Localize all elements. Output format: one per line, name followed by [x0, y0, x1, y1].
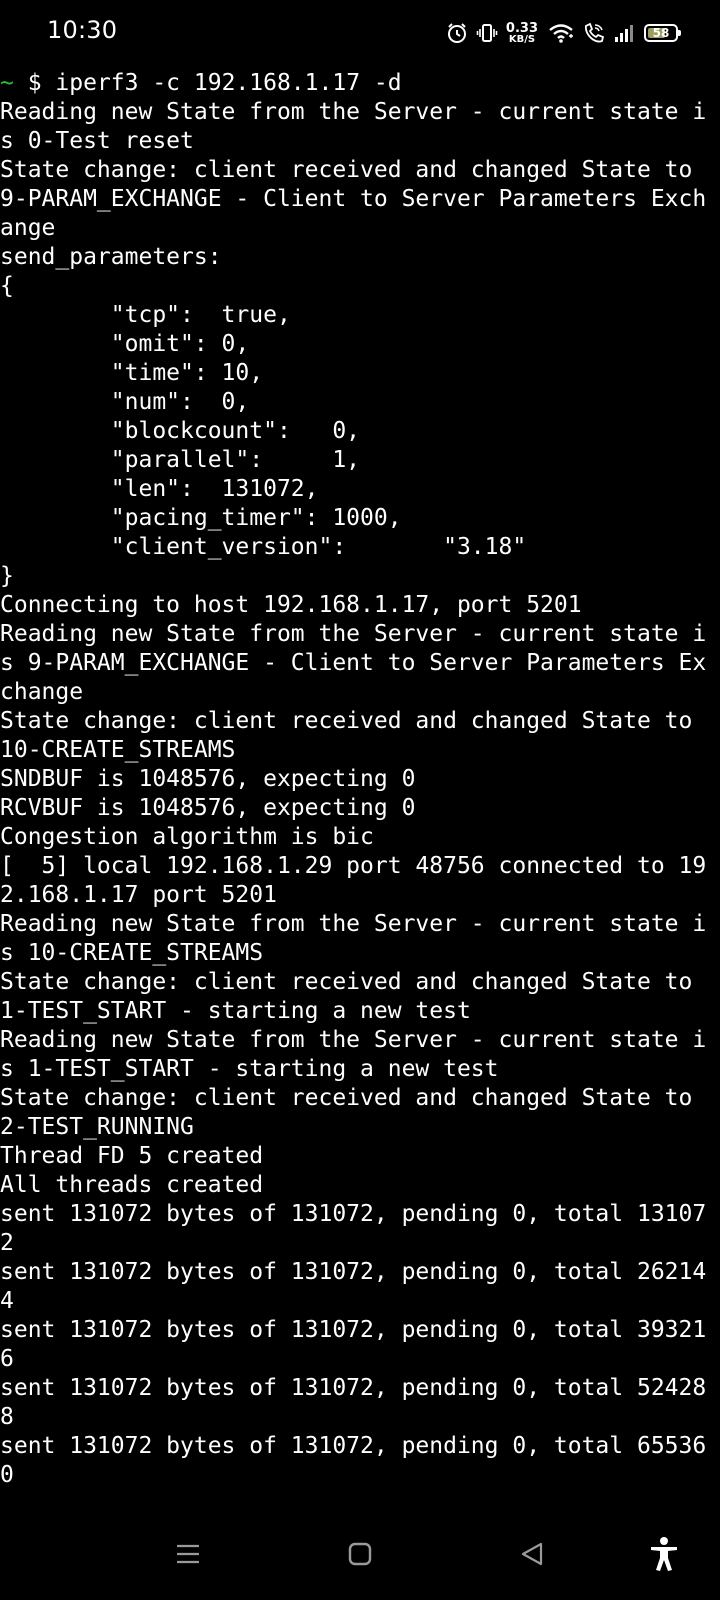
output-line: Reading new State from the Server - curr…: [0, 621, 707, 647]
output-line: s 9-PARAM_EXCHANGE - Client to Server Pa…: [0, 650, 707, 676]
output-line: 4: [0, 1288, 14, 1314]
output-line: [ 5] local 192.168.1.29 port 48756 conne…: [0, 853, 707, 879]
signal-icon: [614, 22, 636, 44]
output-line: send_parameters:: [0, 244, 222, 270]
prompt-tilde: ~: [0, 70, 14, 96]
output-line: Reading new State from the Server - curr…: [0, 99, 707, 125]
battery-level: 58: [652, 26, 670, 40]
net-speed: 0.33 KB/S: [506, 22, 538, 45]
output-line: "time": 10,: [0, 360, 264, 386]
output-line: RCVBUF is 1048576, expecting 0: [0, 795, 416, 821]
output-line: "parallel": 1,: [0, 447, 361, 473]
output-line: "num": 0,: [0, 389, 250, 415]
net-speed-unit: KB/S: [508, 33, 536, 45]
output-line: }: [0, 563, 14, 589]
command-text: $ iperf3 -c 192.168.1.17 -d: [13, 70, 402, 96]
back-button[interactable]: [508, 1530, 556, 1578]
output-line: ange: [0, 215, 56, 241]
output-line: 2.168.1.17 port 5201: [0, 882, 277, 908]
net-speed-value: 0.33: [505, 20, 538, 36]
vibrate-icon: [476, 22, 498, 44]
output-line: s 0-Test reset: [0, 128, 194, 154]
output-line: 9-PARAM_EXCHANGE - Client to Server Para…: [0, 186, 707, 212]
terminal-output[interactable]: ~ $ iperf3 -c 192.168.1.17 -d Reading ne…: [0, 69, 720, 1490]
status-bar: 10:30 0.33 KB/S 58: [0, 0, 720, 66]
output-line: sent 131072 bytes of 131072, pending 0, …: [0, 1375, 707, 1401]
output-line: 0: [0, 1462, 14, 1488]
output-line: "len": 131072,: [0, 476, 319, 502]
output-line: Reading new State from the Server - curr…: [0, 1027, 707, 1053]
output-line: sent 131072 bytes of 131072, pending 0, …: [0, 1433, 707, 1459]
output-line: All threads created: [0, 1172, 264, 1198]
output-line: State change: client received and change…: [0, 157, 693, 183]
status-time: 10:30: [47, 16, 118, 44]
output-line: SNDBUF is 1048576, expecting 0: [0, 766, 416, 792]
home-button[interactable]: [336, 1530, 384, 1578]
accessibility-button[interactable]: [640, 1530, 688, 1578]
output-line: 2-TEST_RUNNING: [0, 1114, 194, 1140]
battery-icon: 58: [644, 24, 681, 42]
home-icon: [347, 1541, 373, 1567]
output-line: 10-CREATE_STREAMS: [0, 737, 236, 763]
back-icon: [519, 1541, 545, 1567]
output-line: Congestion algorithm is bic: [0, 824, 374, 850]
output-line: 1-TEST_START - starting a new test: [0, 998, 471, 1024]
output-line: State change: client received and change…: [0, 969, 693, 995]
output-line: Reading new State from the Server - curr…: [0, 911, 707, 937]
output-line: State change: client received and change…: [0, 708, 693, 734]
nav-bar: [0, 1500, 720, 1600]
output-line: "client_version": "3.18": [0, 534, 527, 560]
command-line: ~ $ iperf3 -c 192.168.1.17 -d: [0, 69, 720, 98]
alarm-icon: [446, 22, 468, 44]
recents-button[interactable]: [164, 1530, 212, 1578]
output-line: change: [0, 679, 84, 705]
output-line: "omit": 0,: [0, 331, 250, 357]
output-line: s 1-TEST_START - starting a new test: [0, 1056, 499, 1082]
output-line: Connecting to host 192.168.1.17, port 52…: [0, 592, 582, 618]
output-line: sent 131072 bytes of 131072, pending 0, …: [0, 1201, 707, 1227]
output-line: 6: [0, 1346, 14, 1372]
output-line: sent 131072 bytes of 131072, pending 0, …: [0, 1317, 707, 1343]
output-line: "tcp": true,: [0, 302, 291, 328]
output-line: s 10-CREATE_STREAMS: [0, 940, 264, 966]
output-line: 8: [0, 1404, 14, 1430]
output-line: 2: [0, 1230, 14, 1256]
output-line: State change: client received and change…: [0, 1085, 693, 1111]
status-icons: 0.33 KB/S 58: [446, 18, 681, 48]
accessibility-icon: [649, 1536, 679, 1572]
wifi-calling-icon: [582, 22, 606, 44]
output-line: "pacing_timer": 1000,: [0, 505, 402, 531]
recents-icon: [175, 1541, 201, 1567]
output-line: sent 131072 bytes of 131072, pending 0, …: [0, 1259, 707, 1285]
output-line: "blockcount": 0,: [0, 418, 361, 444]
wifi-icon: [548, 22, 574, 44]
output-line: Thread FD 5 created: [0, 1143, 264, 1169]
output-line: {: [0, 273, 14, 299]
